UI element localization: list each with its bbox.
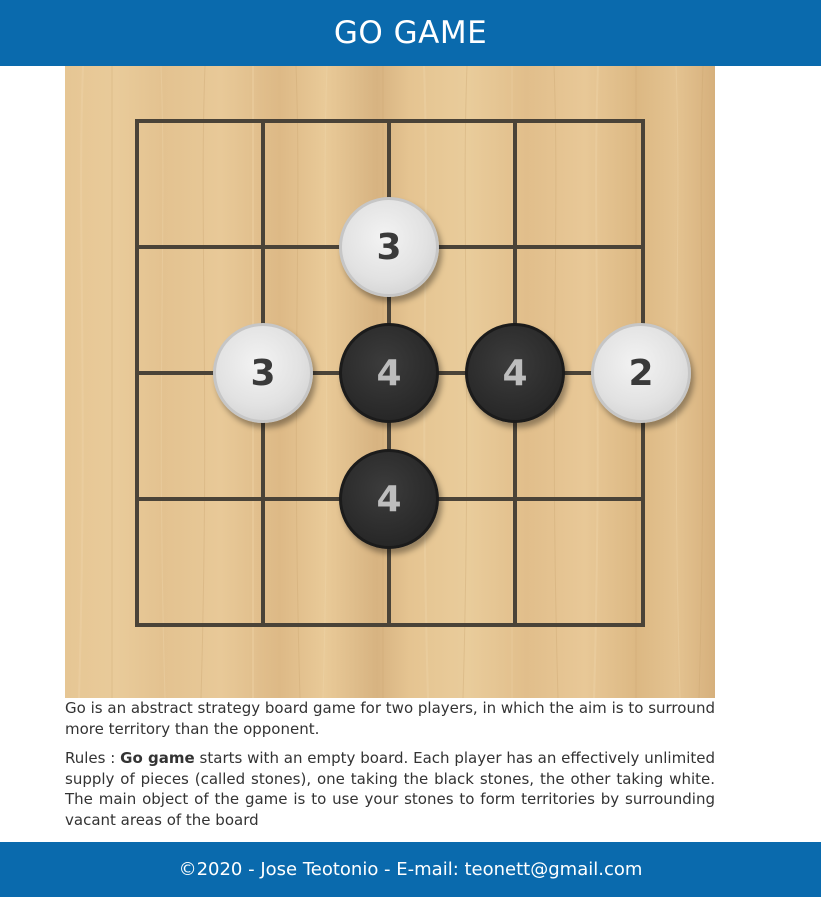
description: Go is an abstract strategy board game fo… <box>65 698 715 839</box>
page-header: GO GAME <box>0 0 821 66</box>
go-board[interactable]: 334424 <box>65 66 715 698</box>
black-stone[interactable]: 4 <box>339 449 439 549</box>
white-stone[interactable]: 3 <box>213 323 313 423</box>
page-footer: ©2020 - Jose Teotonio - E-mail: teonett@… <box>0 842 821 897</box>
black-stone[interactable]: 4 <box>465 323 565 423</box>
wood-grain-streak <box>160 66 166 698</box>
black-stone[interactable]: 4 <box>339 323 439 423</box>
wood-grain-streak <box>698 66 704 698</box>
wood-grain-streak <box>200 66 206 698</box>
rules-bold-term: Go game <box>120 749 195 767</box>
rules-prefix: Rules : <box>65 749 121 767</box>
wood-grain-streak <box>322 66 328 698</box>
page-title: GO GAME <box>333 15 488 51</box>
wood-grain-streak <box>78 66 84 698</box>
white-stone[interactable]: 3 <box>339 197 439 297</box>
footer-text: ©2020 - Jose Teotonio - E-mail: teonett@… <box>178 859 643 880</box>
intro-paragraph: Go is an abstract strategy board game fo… <box>65 699 715 738</box>
rules-paragraph: Rules : Go game starts with an empty boa… <box>65 748 715 830</box>
white-stone[interactable]: 2 <box>591 323 691 423</box>
